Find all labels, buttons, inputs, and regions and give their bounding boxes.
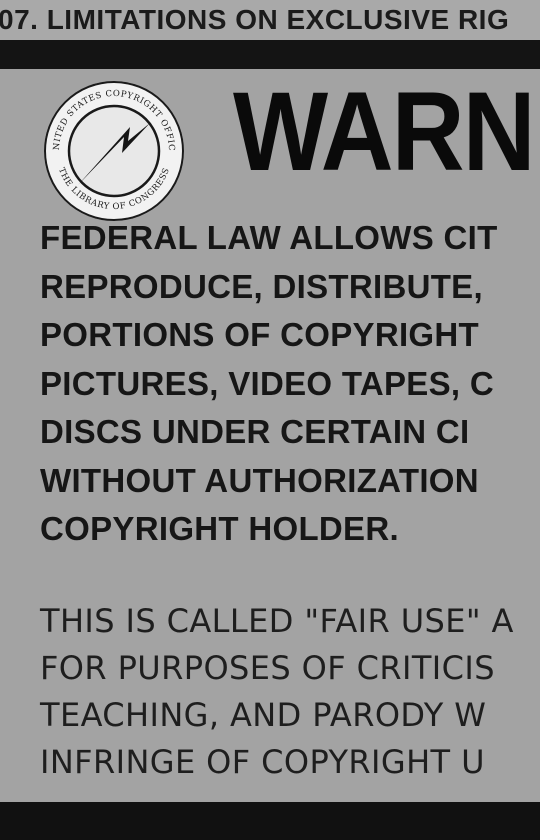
light-text-line: TEACHING, AND PARODY W [40, 696, 487, 734]
bold-text-line: PORTIONS OF COPYRIGHT [40, 316, 479, 353]
section-header-text: 07. LIMITATIONS ON EXCLUSIVE RIG [0, 4, 510, 35]
bold-text-line: WITHOUT AUTHORIZATION [40, 461, 479, 499]
bold-text-line: REPRODUCE, DISTRIBUTE, [40, 267, 483, 305]
bold-text-line: FEDERAL LAW ALLOWS CIT [40, 219, 498, 256]
fair-use-definition-paragraph: THIS IS CALLED "FAIR USE" A FOR PURPOSES… [40, 598, 514, 786]
bold-text-line: DISCS UNDER CERTAIN CI [40, 413, 470, 450]
copyright-office-seal-icon: UNITED STATES COPYRIGHT OFFICE THE LIBRA… [42, 79, 184, 221]
bold-text-line: COPYRIGHT HOLDER. [40, 510, 399, 547]
light-text-line: THIS IS CALLED "FAIR USE" A [40, 602, 514, 640]
section-header: 07. LIMITATIONS ON EXCLUSIVE RIG [0, 0, 540, 40]
frame-bottom-border [0, 802, 540, 840]
light-text-line: INFRINGE OF COPYRIGHT U [40, 743, 485, 781]
fair-use-law-paragraph: FEDERAL LAW ALLOWS CIT REPRODUCE, DISTRI… [40, 214, 498, 554]
warning-title: WARNI [233, 69, 540, 194]
bold-text-line: PICTURES, VIDEO TAPES, C [40, 364, 494, 402]
frame-top-border [0, 40, 540, 69]
warning-panel: UNITED STATES COPYRIGHT OFFICE THE LIBRA… [0, 69, 540, 802]
light-text-line: FOR PURPOSES OF CRITICIS [40, 649, 495, 687]
